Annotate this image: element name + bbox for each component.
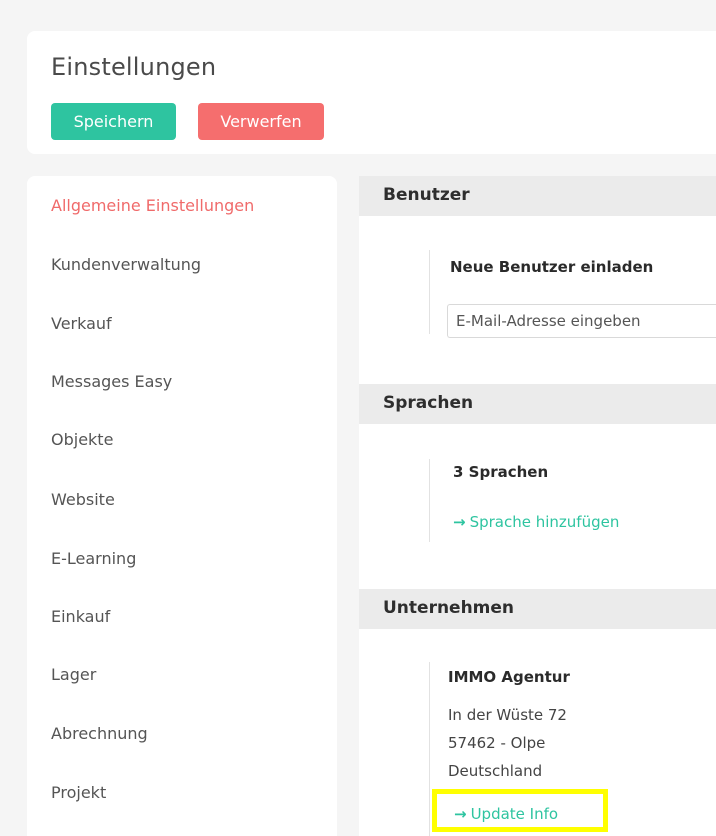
sidebar-item-customer-management[interactable]: Kundenverwaltung bbox=[51, 255, 201, 274]
save-button[interactable]: Speichern bbox=[51, 103, 176, 140]
languages-section-title: Sprachen bbox=[383, 393, 474, 413]
settings-main: Benutzer Neue Benutzer einladen Sprachen… bbox=[359, 176, 716, 836]
sidebar-item-billing[interactable]: Abrechnung bbox=[51, 724, 148, 743]
add-language-link[interactable]: → Sprache hinzufügen bbox=[453, 513, 619, 531]
invite-users-label: Neue Benutzer einladen bbox=[450, 258, 654, 276]
page-title: Einstellungen bbox=[51, 53, 217, 81]
update-info-highlight bbox=[432, 789, 608, 832]
languages-section-body: 3 Sprachen → Sprache hinzufügen bbox=[429, 459, 716, 542]
sidebar-item-messages-easy[interactable]: Messages Easy bbox=[51, 372, 172, 391]
sidebar-item-sales[interactable]: Verkauf bbox=[51, 314, 112, 333]
sidebar-item-objects[interactable]: Objekte bbox=[51, 430, 113, 449]
users-section-body: Neue Benutzer einladen bbox=[429, 250, 716, 338]
invite-email-input[interactable] bbox=[447, 304, 716, 338]
users-section-header: Benutzer bbox=[359, 176, 716, 216]
users-section-title: Benutzer bbox=[383, 185, 470, 205]
company-country: Deutschland bbox=[448, 762, 543, 780]
settings-page: Einstellungen Speichern Verwerfen Allgem… bbox=[0, 0, 716, 836]
sidebar-item-general-settings[interactable]: Allgemeine Einstellungen bbox=[51, 196, 254, 215]
language-count-label: 3 Sprachen bbox=[453, 463, 549, 481]
company-name: IMMO Agentur bbox=[448, 668, 570, 686]
sidebar-item-warehouse[interactable]: Lager bbox=[51, 665, 96, 684]
sidebar-item-purchasing[interactable]: Einkauf bbox=[51, 607, 110, 626]
settings-sidebar: Allgemeine Einstellungen Kundenverwaltun… bbox=[27, 176, 337, 836]
settings-header: Einstellungen Speichern Verwerfen bbox=[27, 31, 716, 154]
sidebar-item-project[interactable]: Projekt bbox=[51, 783, 106, 802]
company-section-header: Unternehmen bbox=[359, 589, 716, 629]
company-section-title: Unternehmen bbox=[383, 598, 515, 618]
arrow-right-icon: → bbox=[453, 513, 466, 531]
languages-section-header: Sprachen bbox=[359, 384, 716, 424]
sidebar-item-e-learning[interactable]: E-Learning bbox=[51, 549, 136, 568]
add-language-link-label: Sprache hinzufügen bbox=[469, 513, 620, 531]
sidebar-item-website[interactable]: Website bbox=[51, 490, 115, 509]
company-city: 57462 - Olpe bbox=[448, 734, 546, 752]
company-street: In der Wüste 72 bbox=[448, 706, 567, 724]
discard-button[interactable]: Verwerfen bbox=[198, 103, 324, 140]
